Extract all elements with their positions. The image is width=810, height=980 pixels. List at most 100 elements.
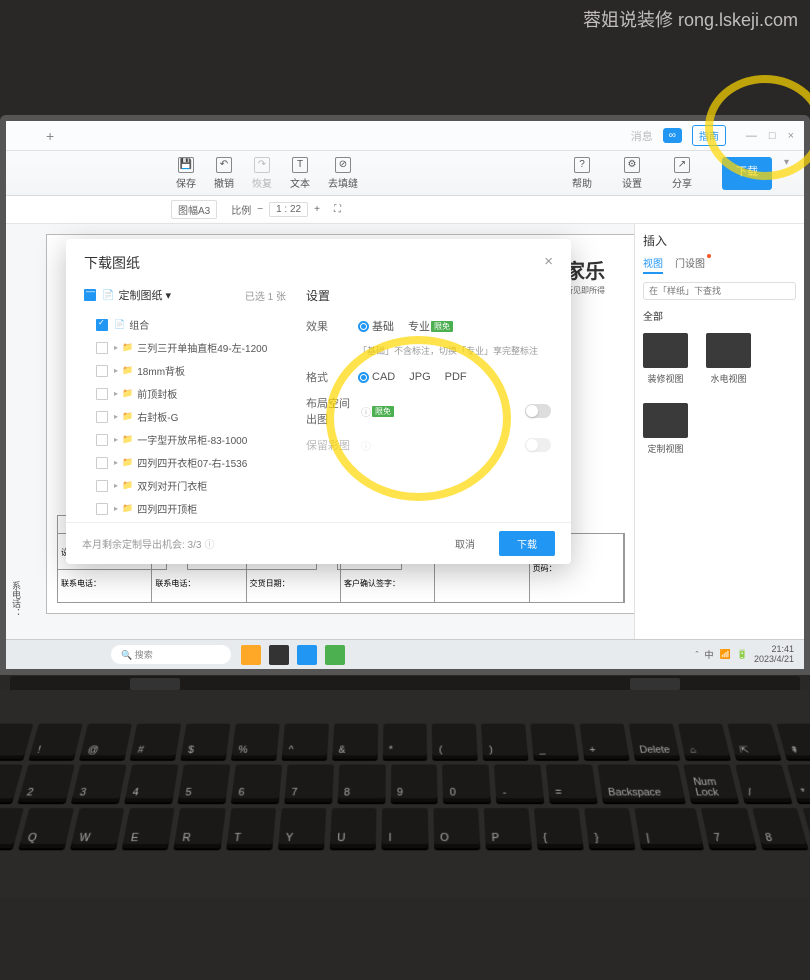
tray-icon[interactable]: ˆ xyxy=(696,650,699,660)
info-icon-2: ⓘ xyxy=(361,438,371,453)
close-button[interactable]: × xyxy=(788,130,794,142)
scale-value[interactable]: 1 : 22 xyxy=(269,202,308,217)
settings-title: 设置 xyxy=(306,287,551,304)
radio-cad[interactable]: CAD xyxy=(358,371,395,383)
chevron-right-icon: ▸ xyxy=(114,458,118,467)
root-checkbox[interactable] xyxy=(84,289,96,301)
chevron-right-icon: ▸ xyxy=(114,504,118,513)
radio-pdf[interactable]: PDF xyxy=(445,371,467,383)
tree-item[interactable]: ▸📁一字型开放吊柜-83-1000 xyxy=(84,428,286,451)
download-confirm-button[interactable]: 下载 xyxy=(499,531,555,556)
settings-panel: 设置 效果 基础 专业限免 「基础」不含标注，切换「专业」享完整标注 格式 CA… xyxy=(296,281,571,522)
color-toggle xyxy=(525,438,551,452)
radio-jpg[interactable]: JPG xyxy=(409,371,430,383)
chevron-right-icon: ▸ xyxy=(114,481,118,490)
thumb-decoration[interactable]: 装修视图 xyxy=(643,333,688,385)
radio-basic[interactable]: 基础 xyxy=(358,318,394,334)
scale-plus[interactable]: + xyxy=(314,204,320,215)
scale-label: 比例 xyxy=(231,202,251,217)
checkbox[interactable] xyxy=(96,411,108,423)
modal-close-button[interactable]: × xyxy=(544,253,553,273)
taskbar-app-1[interactable] xyxy=(241,645,261,665)
tree-label: 18mm背板 xyxy=(137,363,185,378)
quota-text: 本月剩余定制导出机会: 3/3 xyxy=(82,536,201,551)
sheet-select[interactable]: 图幅A3 xyxy=(171,200,217,219)
tree-item[interactable]: ▸📁右封板-G xyxy=(84,405,286,428)
file-icon: 📄 xyxy=(102,290,114,301)
ime-indicator[interactable]: 中 xyxy=(705,648,714,661)
new-tab-button[interactable]: + xyxy=(46,128,54,144)
color-label: 保留彩图 xyxy=(306,437,358,453)
tree-label: 组合 xyxy=(129,317,149,332)
share-button[interactable]: ↗分享 xyxy=(672,157,692,190)
layout-toggle[interactable] xyxy=(525,404,551,418)
chevron-right-icon: ▸ xyxy=(114,412,118,421)
taskbar-clock[interactable]: 21:41 2023/4/21 xyxy=(754,645,794,665)
checkbox[interactable] xyxy=(96,319,108,331)
tree-root[interactable]: 📄 定制图纸 ▾ 已选 1 张 xyxy=(84,287,286,303)
info-icon[interactable]: ⓘ xyxy=(361,404,371,419)
undo-button[interactable]: ↶撤销 xyxy=(214,157,234,190)
checkbox[interactable] xyxy=(96,503,108,515)
download-modal: 下载图纸 × 📄 定制图纸 ▾ 已选 1 张 📄组合▸📁三列三开单抽直柜49-左… xyxy=(66,239,571,564)
chevron-right-icon: ▸ xyxy=(114,435,118,444)
tree-item[interactable]: ▸📁四列四开顶柜 xyxy=(84,497,286,520)
tab-view[interactable]: 视图 xyxy=(643,255,663,274)
side-all[interactable]: 全部 xyxy=(643,308,796,323)
tree-item[interactable]: ▸📁三列三开单抽直柜49-左-1200 xyxy=(84,336,286,359)
minimize-button[interactable]: — xyxy=(746,130,757,142)
checkbox[interactable] xyxy=(96,434,108,446)
dropdown-caret[interactable]: ▾ xyxy=(784,157,789,190)
checkbox[interactable] xyxy=(96,365,108,377)
side-header: 插入 xyxy=(643,232,796,249)
taskbar: 🔍 搜索 ˆ 中 📶 🔋 21:41 2023/4/21 xyxy=(6,639,804,669)
thumb-custom[interactable]: 定制视图 xyxy=(643,403,688,455)
quota-info-icon[interactable]: ⓘ xyxy=(204,536,214,551)
save-button[interactable]: 💾保存 xyxy=(176,157,196,190)
thumb-water-elec[interactable]: 水电视图 xyxy=(706,333,751,385)
checkbox[interactable] xyxy=(96,342,108,354)
tree-item[interactable]: ▸📁前顶封板 xyxy=(84,382,286,405)
taskbar-search[interactable]: 🔍 搜索 xyxy=(111,645,231,664)
checkbox[interactable] xyxy=(96,388,108,400)
tree-item[interactable]: ▸📁四列四开衣柜07-右-1536 xyxy=(84,451,286,474)
help-button[interactable]: ?帮助 xyxy=(572,157,592,190)
tab-door[interactable]: 门设图 xyxy=(675,255,705,274)
sheet-subbar: 图幅A3 比例 − 1 : 22 + ⛶ xyxy=(6,196,804,224)
tree-item[interactable]: ▸ 📁 双列对开门衣柜 xyxy=(84,474,286,497)
settings-button[interactable]: ⚙设置 xyxy=(622,157,642,190)
tree-label: 双列对开门衣柜 xyxy=(137,478,207,493)
wifi-icon[interactable]: 📶 xyxy=(720,649,731,660)
file-icon: 📄 xyxy=(114,319,125,330)
app-toolbar: 💾保存 ↶撤销 ↷恢复 T文本 ⊘去填缝 ?帮助 ⚙设置 ↗分享 下载 ▾ xyxy=(6,151,804,196)
folder-icon: 📁 xyxy=(122,342,133,353)
tree-item[interactable]: ▸📁18mm背板 xyxy=(84,359,286,382)
side-search-input[interactable] xyxy=(643,282,796,300)
side-label-phone: 系电话： xyxy=(10,581,23,617)
fillet-button[interactable]: ⊘去填缝 xyxy=(328,157,358,190)
effect-hint: 「基础」不含标注，切换「专业」享完整标注 xyxy=(306,344,551,357)
text-button[interactable]: T文本 xyxy=(290,157,310,190)
taskbar-app-4[interactable] xyxy=(325,645,345,665)
checkbox[interactable] xyxy=(96,480,108,492)
battery-icon[interactable]: 🔋 xyxy=(737,649,748,660)
share-icon: ↗ xyxy=(674,157,690,173)
tree-item[interactable]: 📄 组合 xyxy=(84,313,286,336)
maximize-button[interactable]: □ xyxy=(769,130,776,142)
cloud-badge[interactable]: ∞ xyxy=(663,128,682,143)
tree-panel: 📄 定制图纸 ▾ 已选 1 张 📄组合▸📁三列三开单抽直柜49-左-1200▸📁… xyxy=(66,281,296,522)
radio-pro[interactable]: 专业限免 xyxy=(408,318,453,334)
checkbox[interactable] xyxy=(96,457,108,469)
side-panel: 插入 视图 门设图 全部 装修视图 水电视图 定制视图 xyxy=(634,224,804,669)
guide-badge[interactable]: 指南 xyxy=(692,125,726,146)
expand-icon[interactable]: ⛶ xyxy=(334,204,341,215)
folder-icon: 📁 xyxy=(122,480,133,491)
taskbar-app-2[interactable] xyxy=(269,645,289,665)
redo-button[interactable]: ↷恢复 xyxy=(252,157,272,190)
taskbar-app-3[interactable] xyxy=(297,645,317,665)
download-button[interactable]: 下载 xyxy=(722,157,772,190)
folder-icon: 📁 xyxy=(122,434,133,445)
cancel-button[interactable]: 取消 xyxy=(441,531,489,556)
laptop: + 消息 ∞ 指南 — □ × 💾保存 ↶撤销 ↷恢复 T文本 ⊘去填缝 ?帮助 xyxy=(0,115,810,675)
scale-minus[interactable]: − xyxy=(257,204,263,215)
